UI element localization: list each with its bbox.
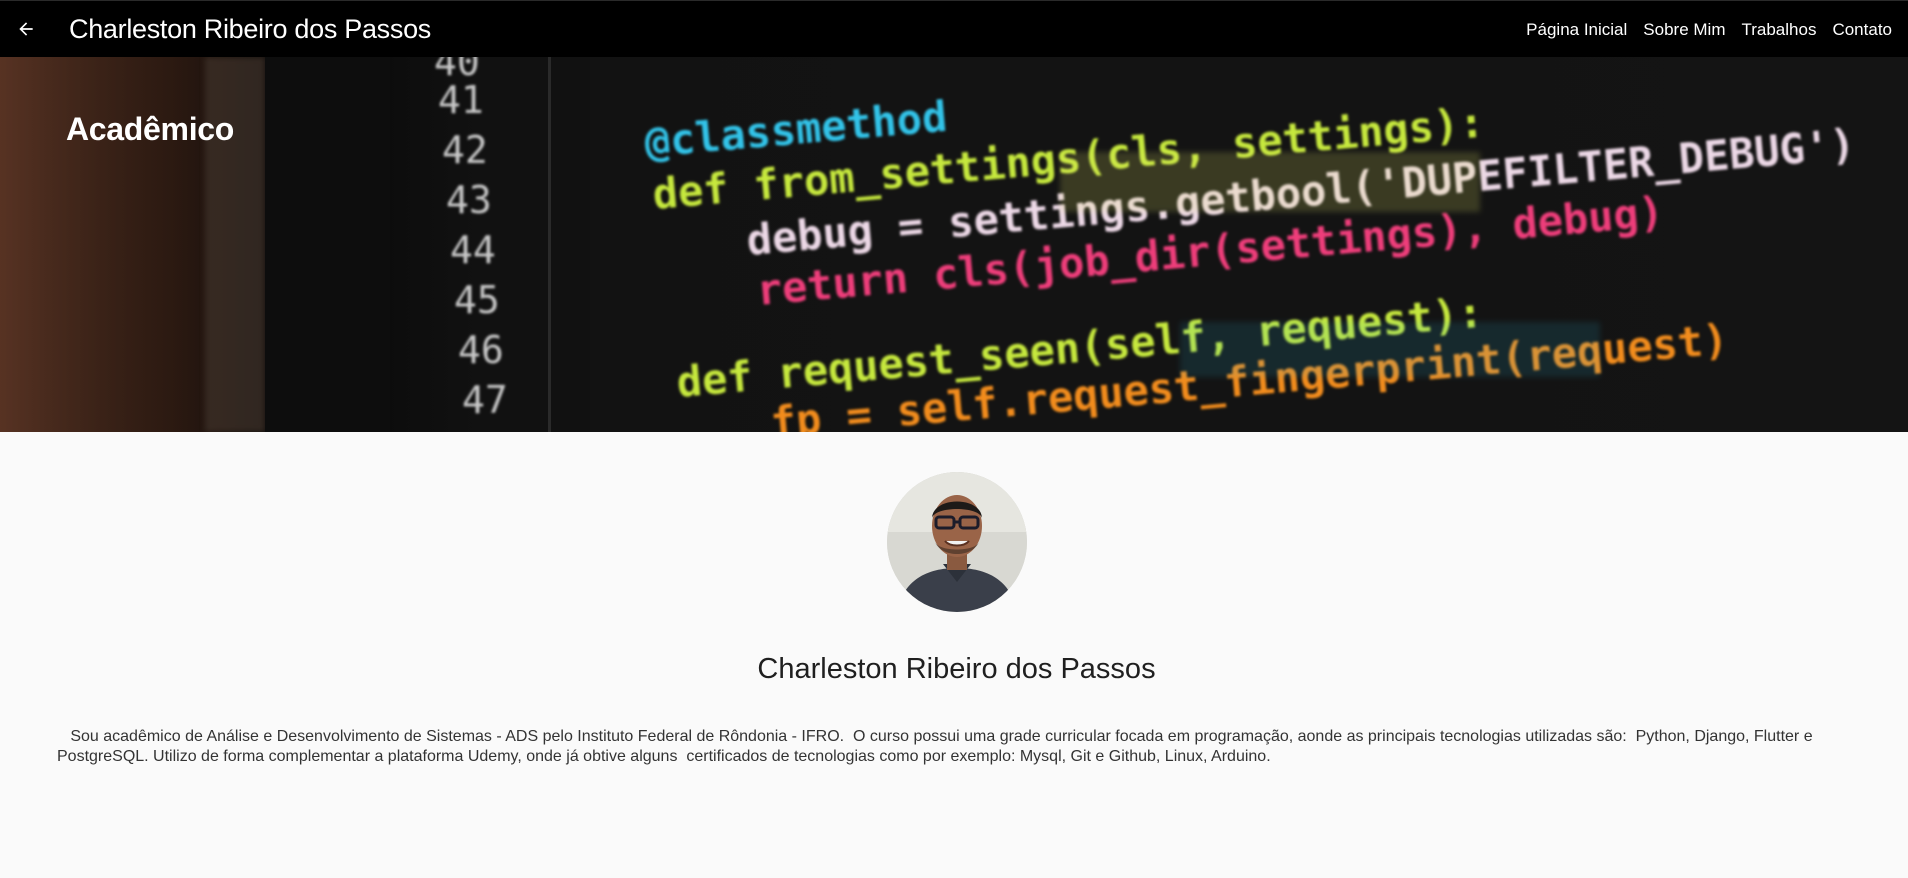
nav-works[interactable]: Trabalhos — [1741, 19, 1816, 41]
arrow-back-icon — [19, 22, 33, 36]
app-title: Charleston Ribeiro dos Passos — [69, 14, 431, 44]
nav-contact[interactable]: Contato — [1832, 19, 1892, 41]
nav-about[interactable]: Sobre Mim — [1643, 19, 1725, 41]
hero-banner: 40 41 42 43 44 45 46 47 @classmethod def… — [0, 57, 1908, 432]
avatar — [887, 472, 1027, 612]
line-number: 41 — [438, 78, 484, 122]
nav-home[interactable]: Página Inicial — [1526, 19, 1627, 41]
app-bar: Charleston Ribeiro dos Passos Página Ini… — [0, 0, 1908, 57]
section-title: Acadêmico — [66, 111, 235, 147]
line-number: 47 — [462, 378, 508, 422]
code-background-image: 40 41 42 43 44 45 46 47 @classmethod def… — [0, 57, 1908, 432]
line-number: 42 — [442, 128, 488, 172]
line-number: 43 — [446, 178, 492, 222]
line-number: 44 — [450, 228, 496, 272]
profile-photo — [887, 472, 1027, 612]
nav-menu: Página Inicial Sobre Mim Trabalhos Conta… — [1510, 19, 1892, 41]
back-button[interactable] — [10, 13, 42, 45]
profile-bio: Sou acadêmico de Análise e Desenvolvimen… — [57, 728, 1818, 765]
line-number: 45 — [454, 278, 500, 322]
profile-name: Charleston Ribeiro dos Passos — [757, 653, 1156, 685]
line-number: 46 — [458, 328, 504, 372]
